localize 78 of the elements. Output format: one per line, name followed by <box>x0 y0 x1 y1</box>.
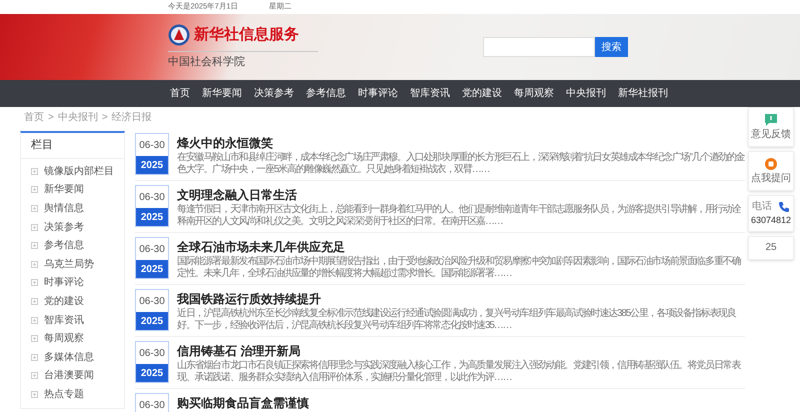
plus-square-icon <box>31 224 38 231</box>
breadcrumb-separator: > <box>102 112 108 124</box>
sidebar-link[interactable]: 智库资讯 <box>44 312 84 328</box>
plus-square-icon <box>31 186 38 194</box>
nav-link[interactable]: 智库资讯 <box>408 86 452 101</box>
article-title[interactable]: 烽火中的永恒微笑 <box>177 135 745 151</box>
sidebar-link[interactable]: 党的建设 <box>44 294 84 309</box>
article-title[interactable]: 信用铸基石 治理开新局 <box>177 343 745 359</box>
nav-link[interactable]: 决策参考 <box>252 86 296 101</box>
sidebar-link[interactable]: 新华要闻 <box>44 182 84 198</box>
plus-square-icon <box>31 372 38 380</box>
plus-square-icon <box>31 335 38 342</box>
date-day: 06-30 <box>139 342 165 364</box>
plus-square-icon <box>31 260 38 268</box>
date-day: 06-30 <box>139 290 165 312</box>
nav-link[interactable]: 每周观察 <box>512 86 556 101</box>
sidebar-link[interactable]: 舆情信息 <box>44 200 84 216</box>
tool-label: 意见反馈 <box>751 129 791 141</box>
plus-square-icon <box>31 168 38 175</box>
phone-number: 63074812 <box>750 215 792 226</box>
date-year: 2025 <box>136 364 168 382</box>
date-day: 06-30 <box>139 186 165 208</box>
nav-link[interactable]: 中央报刊 <box>564 86 608 101</box>
breadcrumb-separator: > <box>48 112 54 124</box>
date-year: 2025 <box>136 260 168 278</box>
nav-link[interactable]: 时事评论 <box>356 86 400 101</box>
circle-icon <box>764 157 778 171</box>
search-field[interactable] <box>483 37 595 57</box>
phone-label: 电话 <box>752 201 772 213</box>
plus-square-icon <box>31 242 38 250</box>
article-title[interactable]: 我国铁路运行质效持续提升 <box>177 291 745 307</box>
sidebar-link[interactable]: 多媒体信息 <box>44 350 94 365</box>
article-summary: 近日，沪昆高铁杭州东至长沙南线复全标准示范线建设运行经通试验圆满成功，复兴号动车组列车最高试验时速达385公里，各项设备指标表现良好。下一步，经验收评估后，沪昆高铁杭长段复兴号动车组列车将常态化按时速35…… <box>177 308 738 332</box>
sidebar-link[interactable]: 决策参考 <box>44 220 84 235</box>
article-summary: 国际能源署最新发布国际石油市场中期展望报告指出，由于受地缘政治风险升级和贸易摩擦冲突加剧等因素影响，国际石油市场前景面临多重不确定性。未来几年，全球石油供应量的增长幅度将大幅超过需求增长。国际能源署署…… <box>177 256 742 280</box>
date-year: 2025 <box>136 312 168 330</box>
plus-square-icon <box>31 354 38 361</box>
date-day: 06-30 <box>139 238 165 260</box>
sidebar-link[interactable]: 台港澳要闻 <box>44 368 94 384</box>
plus-square-icon <box>31 204 38 212</box>
sidebar-link[interactable]: 热点专题 <box>44 386 84 402</box>
side-tool-button[interactable]: 电话 63074812 <box>748 195 794 232</box>
organization-name: 中国社会科学院 <box>168 54 246 70</box>
plus-square-icon <box>31 279 38 286</box>
nav-link[interactable]: 党的建设 <box>460 86 504 101</box>
sidebar-title: 栏目 <box>31 138 53 154</box>
side-tool-button[interactable]: 意见反馈 <box>748 107 794 147</box>
date-day: 06-30 <box>139 394 165 412</box>
date-year: 2025 <box>136 208 168 226</box>
article-title[interactable]: 文明理念融入日常生活 <box>177 187 745 203</box>
tool-label: 点我提问 <box>751 173 791 185</box>
phone-icon <box>778 201 790 213</box>
plus-square-icon <box>31 390 38 398</box>
date-day: 06-30 <box>139 134 165 156</box>
sidebar-link[interactable]: 每周观察 <box>44 331 84 346</box>
plus-square-icon <box>31 316 38 324</box>
sidebar-link[interactable]: 镜像版内部栏目 <box>44 164 114 179</box>
search-button[interactable]: 搜索 <box>595 37 628 57</box>
chat-icon <box>764 113 778 127</box>
article-title[interactable]: 全球石油市场未来几年供应充足 <box>177 239 745 255</box>
sidebar-link[interactable]: 时事评论 <box>44 275 84 290</box>
plus-square-icon <box>31 298 38 305</box>
nav-link[interactable]: 参考信息 <box>304 86 348 101</box>
tool-label: 25 <box>765 242 777 254</box>
sidebar-link[interactable]: 乌克兰局势 <box>44 256 94 272</box>
nav-link[interactable]: 新华社报刊 <box>616 86 670 101</box>
side-tool-button[interactable]: 点我提问 <box>748 151 794 191</box>
date-year: 2025 <box>136 156 168 174</box>
article-summary: 每逢节假日，天津市南开区古文化街上，总能看到一群身着红马甲的人。他们是耐维南道青年干部志愿服务队员，为游客提供引导讲解，用行动诠释南开区的人文风尚和礼仪之美。文明之风深深浸润于社区的日常。在南开区嘉…… <box>177 204 742 228</box>
emblem-logo-icon <box>168 24 190 46</box>
side-tool-button[interactable]: 25 <box>748 236 794 260</box>
sidebar-link[interactable]: 参考信息 <box>44 238 84 254</box>
article-summary: 在安徽马鞍山市和县绰庄河畔，成本华纪念广场庄严肃穆。入口处那块厚重的长方形巨石上，深深镌刻着“抗日女英雄成本华纪念广场”几个遒劲的金色大字。广场中央，一座5米高的雕像巍然矗立。只见她身着短褂战衣，双臂…… <box>177 152 745 176</box>
article-title[interactable]: 购买临期食品盲盒需谨慎 <box>177 395 309 411</box>
brand-title: 新华社信息服务 <box>194 25 299 45</box>
nav-link[interactable]: 新华要闻 <box>200 86 244 101</box>
nav-link[interactable]: 首页 <box>168 86 192 101</box>
article-summary: 山东省烟台市龙口市石良镇正探索将信用理念与实践深度融入核心工作，为高质量发展注入强劲动能。党建引领，信用铸基强队伍。将党员日常表现、承诺践诺、服务群众实绩纳入信用评价体系，实施积分量化管理，以此作为评…… <box>177 360 742 384</box>
